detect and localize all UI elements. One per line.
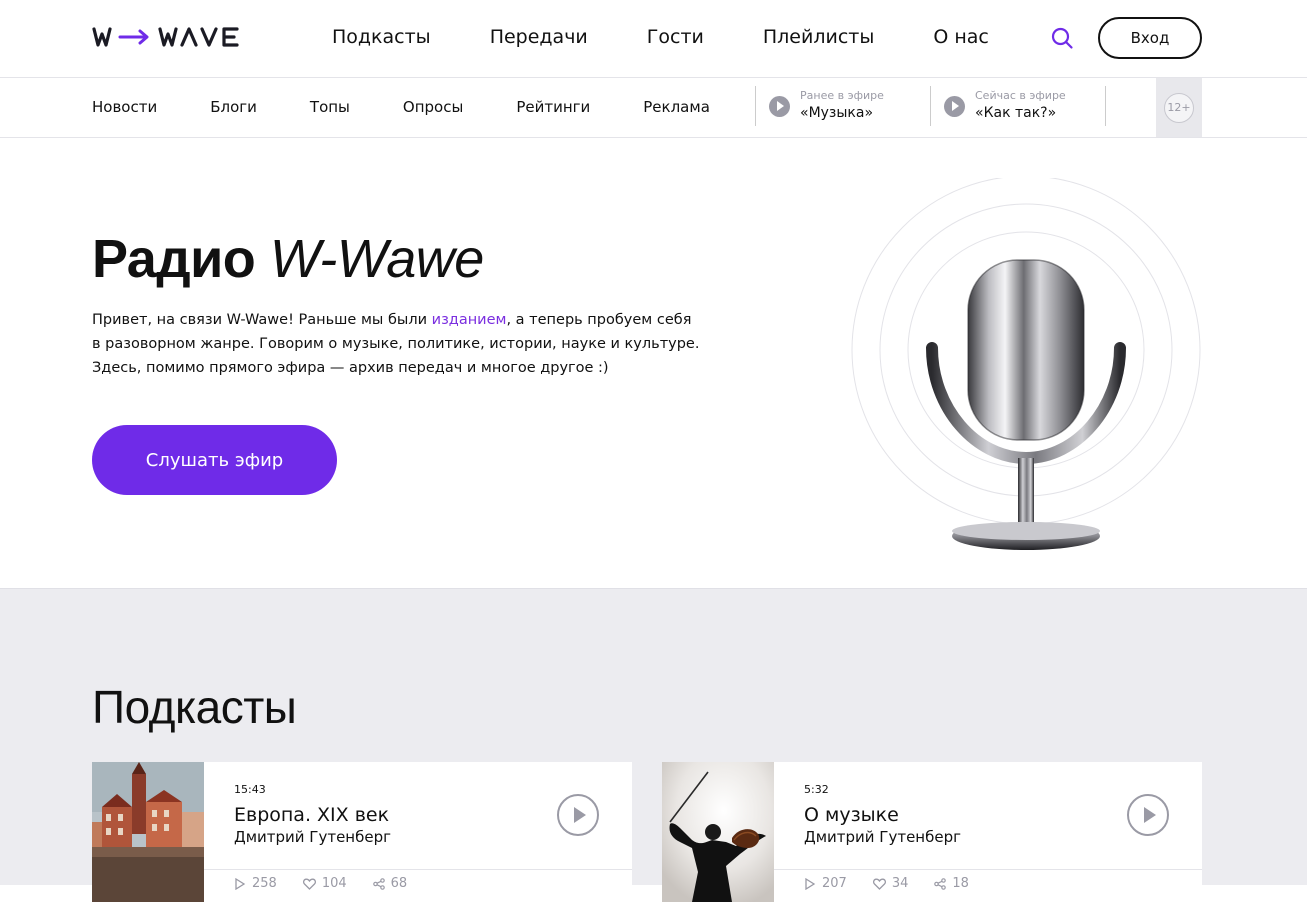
podcast-duration: 5:32	[804, 783, 829, 796]
search-icon	[1051, 27, 1073, 49]
login-button[interactable]: Вход	[1098, 17, 1202, 59]
podcast-author[interactable]: Дмитрий Гутенберг	[804, 827, 961, 847]
nav-about[interactable]: О нас	[933, 24, 989, 50]
share-icon	[372, 877, 385, 890]
likes-stat[interactable]: 34	[872, 876, 909, 891]
secondary-links: Новости Блоги Топы Опросы Рейтинги Рекла…	[92, 97, 710, 117]
hero-title: Радио W-Wawe	[92, 226, 484, 292]
nav-podcasts[interactable]: Подкасты	[332, 24, 431, 50]
podcast-duration: 15:43	[234, 783, 266, 796]
now-on-air-label: Сейчас в эфире	[975, 89, 1066, 102]
hero-text-start: Привет, на связи W-Wawe! Раньше мы были	[92, 312, 432, 328]
podcast-card-body: 15:43 Европа. XIX век Дмитрий Гутенберг …	[204, 762, 632, 902]
subnav-blogs[interactable]: Блоги	[210, 97, 257, 117]
divider	[774, 869, 1202, 870]
site-header: Подкасты Передачи Гости Плейлисты О нас …	[0, 0, 1307, 78]
likes-count: 34	[891, 876, 909, 891]
subnav-ratings[interactable]: Рейтинги	[516, 97, 590, 117]
hero-title-bold: Радио	[92, 229, 256, 289]
nav-shows[interactable]: Передачи	[490, 24, 588, 50]
likes-count: 104	[321, 876, 347, 891]
podcast-play-button[interactable]	[1127, 794, 1169, 836]
share-icon	[934, 877, 947, 890]
violinist-cover-image	[662, 762, 774, 902]
hero-description: Привет, на связи W-Wawe! Раньше мы были …	[92, 308, 702, 380]
listen-live-button[interactable]: Слушать эфир	[92, 425, 337, 495]
microphone-illustration	[851, 178, 1201, 550]
podcast-card[interactable]: 15:43 Европа. XIX век Дмитрий Гутенберг …	[92, 762, 632, 902]
play-icon[interactable]	[944, 95, 965, 117]
podcast-card[interactable]: 5:32 О музыке Дмитрий Гутенберг 207 34 1…	[662, 762, 1202, 902]
podcasts-section: Подкасты 15:43 Европа. XIX век Дмитрий Г…	[0, 589, 1307, 902]
shares-count: 18	[952, 876, 969, 891]
podcast-card-body: 5:32 О музыке Дмитрий Гутенберг 207 34 1…	[774, 762, 1202, 902]
podcast-title[interactable]: Европа. XIX век	[234, 803, 389, 827]
podcast-play-button[interactable]	[557, 794, 599, 836]
age-badge: 12+	[1164, 92, 1194, 123]
secondary-nav: Новости Блоги Топы Опросы Рейтинги Рекла…	[0, 78, 1307, 138]
hero-section: Радио W-Wawe Привет, на связи W-Wawe! Ра…	[0, 138, 1307, 589]
previous-on-air[interactable]: Ранее в эфире «Музыка»	[755, 86, 930, 126]
play-icon	[235, 877, 246, 890]
hero-title-italic: W-Wawe	[269, 229, 485, 289]
nav-playlists[interactable]: Плейлисты	[763, 24, 874, 50]
podcast-title[interactable]: О музыке	[804, 803, 899, 827]
europe-cover-image	[92, 762, 204, 902]
play-icon[interactable]	[769, 95, 790, 117]
search-button[interactable]	[1050, 26, 1074, 50]
plays-count: 258	[252, 876, 277, 891]
podcast-stats: 207 34 18	[804, 876, 995, 891]
now-on-air[interactable]: Сейчас в эфире «Как так?»	[930, 86, 1106, 126]
heart-icon	[872, 878, 886, 890]
play-icon	[805, 877, 816, 890]
divider	[204, 869, 632, 870]
podcast-cover-music	[662, 762, 774, 902]
nav-guests[interactable]: Гости	[647, 24, 704, 50]
hero-link[interactable]: изданием	[432, 312, 507, 328]
previous-on-air-label: Ранее в эфире	[800, 89, 884, 102]
plays-count: 207	[822, 876, 847, 891]
subnav-news[interactable]: Новости	[92, 97, 157, 117]
subnav-polls[interactable]: Опросы	[403, 97, 463, 117]
now-on-air-name: «Как так?»	[975, 105, 1057, 121]
shares-stat[interactable]: 68	[372, 876, 408, 891]
podcast-stats: 258 104 68	[234, 876, 433, 891]
plays-stat: 207	[804, 876, 847, 891]
likes-stat[interactable]: 104	[302, 876, 347, 891]
podcasts-title: Подкасты	[92, 681, 297, 733]
heart-icon	[302, 878, 316, 890]
podcast-cover-europe	[92, 762, 204, 902]
plays-stat: 258	[234, 876, 277, 891]
main-nav: Подкасты Передачи Гости Плейлисты О нас	[332, 24, 989, 50]
age-rating: 12+	[1156, 78, 1202, 137]
logo[interactable]	[92, 25, 252, 49]
logo-icon	[92, 27, 239, 47]
subnav-tops[interactable]: Топы	[310, 97, 350, 117]
podcast-author[interactable]: Дмитрий Гутенберг	[234, 827, 391, 847]
shares-count: 68	[390, 876, 408, 891]
shares-stat[interactable]: 18	[934, 876, 969, 891]
subnav-ads[interactable]: Реклама	[643, 97, 710, 117]
previous-on-air-name: «Музыка»	[800, 105, 874, 121]
